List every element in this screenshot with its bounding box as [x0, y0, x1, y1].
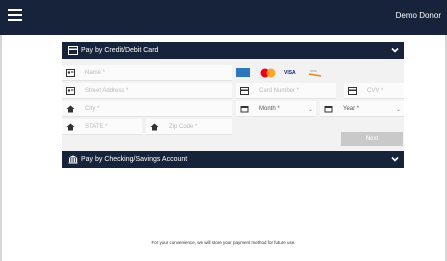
- credit-card-form: Name * VISA Street Address * Card Number…: [62, 59, 404, 151]
- cvv-placeholder: CVV *: [367, 88, 384, 94]
- credit-card-panel-header[interactable]: Pay by Credit/Debit Card: [62, 42, 404, 59]
- top-bar: Demo Donor: [0, 0, 447, 35]
- discover-icon: [308, 70, 322, 77]
- chevron-down-icon: ⌄: [395, 107, 401, 113]
- name-placeholder: Name *: [85, 70, 106, 76]
- calendar-icon: [240, 106, 249, 113]
- name-field[interactable]: Name *: [62, 65, 232, 81]
- amex-icon: [236, 68, 250, 77]
- zip-code-field[interactable]: Zip Code *: [146, 119, 232, 135]
- address-card-icon: [66, 87, 75, 95]
- id-card-icon: [66, 69, 75, 77]
- street-address-field[interactable]: Street Address *: [62, 83, 232, 99]
- home-icon: [66, 123, 75, 131]
- main-content: Pay by Credit/Debit Card Name * VISA Str…: [0, 35, 447, 261]
- checking-panel-header[interactable]: Pay by Checking/Savings Account: [62, 151, 404, 168]
- month-select[interactable]: Month * ⌄: [236, 101, 316, 117]
- chevron-down-icon: ⌄: [307, 107, 313, 113]
- storage-notice: For your convenience, we will store your…: [151, 240, 296, 245]
- credit-card-icon: [348, 87, 357, 95]
- street-address-placeholder: Street Address *: [85, 88, 129, 94]
- credit-card-icon: [240, 87, 249, 95]
- year-label: Year *: [343, 106, 360, 112]
- bank-icon: [68, 155, 78, 164]
- zip-code-placeholder: Zip Code *: [169, 124, 198, 130]
- user-name[interactable]: Demo Donor: [396, 11, 441, 20]
- home-icon: [150, 123, 159, 131]
- card-number-placeholder: Card Number *: [259, 88, 300, 94]
- credit-card-icon: [68, 46, 78, 55]
- menu-icon[interactable]: [8, 9, 22, 23]
- checking-panel-title: Pay by Checking/Savings Account: [81, 156, 188, 163]
- credit-card-panel-title: Pay by Credit/Debit Card: [81, 47, 159, 54]
- calendar-icon: [324, 106, 333, 113]
- month-label: Month *: [259, 106, 280, 112]
- mastercard-icon: [260, 68, 276, 78]
- chevron-down-icon: [391, 156, 399, 162]
- year-select[interactable]: Year * ⌄: [320, 101, 404, 117]
- state-placeholder: STATE *: [85, 124, 108, 130]
- cvv-field[interactable]: CVV *: [344, 83, 404, 99]
- next-button[interactable]: Next: [341, 132, 403, 146]
- card-number-field[interactable]: Card Number *: [236, 83, 336, 99]
- visa-icon: VISA: [284, 70, 296, 76]
- city-field[interactable]: City *: [62, 101, 232, 117]
- city-placeholder: City *: [85, 106, 100, 112]
- chevron-down-icon: [391, 47, 399, 53]
- state-field[interactable]: STATE *: [62, 119, 142, 135]
- home-icon: [66, 105, 75, 113]
